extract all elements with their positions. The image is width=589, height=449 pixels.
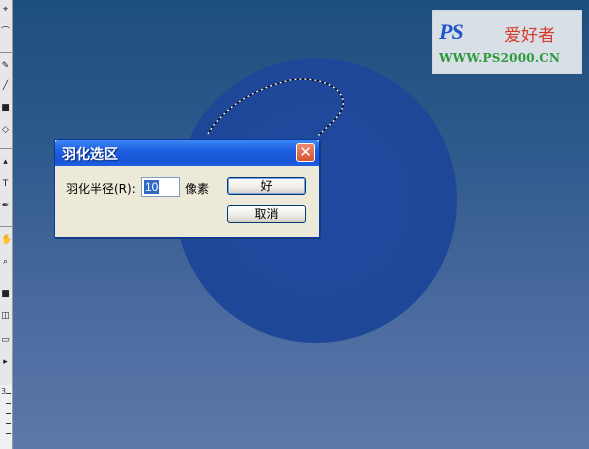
watermark-logo: PS [439, 19, 464, 44]
feather-radius-input[interactable]: 10 [141, 177, 180, 197]
dialog-title: 羽化选区 [62, 147, 118, 163]
unit-label: 像素 [185, 182, 210, 196]
ps2000-watermark: PS 爱好者 WWW.PS2000.CN [432, 10, 582, 74]
feather-radius-label: 羽化半径(R): [66, 182, 136, 196]
dialog-titlebar[interactable]: 羽化选区 ✕ [55, 140, 319, 166]
cancel-button[interactable]: 取消 [227, 205, 306, 223]
watermark-url: WWW.PS2000.CN [439, 51, 561, 65]
feather-radius-value: 10 [144, 180, 160, 194]
ok-button[interactable]: 好 [227, 177, 306, 195]
close-icon: ✕ [299, 143, 312, 161]
close-button[interactable]: ✕ [296, 143, 315, 162]
watermark-title: 爱好者 [504, 26, 555, 46]
feather-selection-dialog: 羽化选区 ✕ 羽化半径(R): 10 像素 好 取消 [54, 139, 320, 238]
